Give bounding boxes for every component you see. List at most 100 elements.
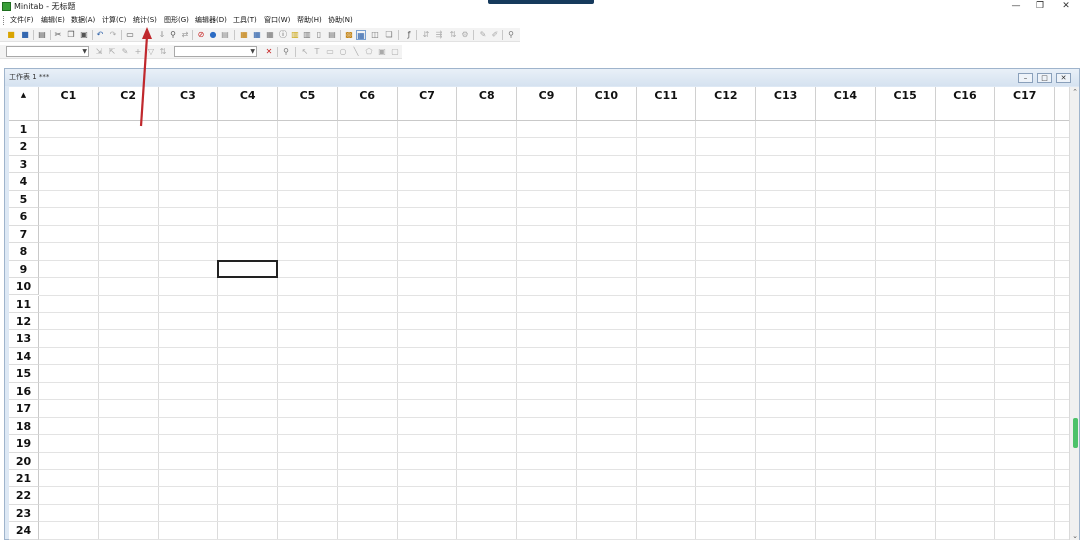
column-header[interactable]: C16: [935, 87, 996, 121]
brush-icon[interactable]: ✎: [478, 30, 488, 40]
next-icon[interactable]: ⇓: [157, 30, 167, 40]
polygon-icon[interactable]: ⬠: [364, 47, 374, 57]
cancel-icon[interactable]: ⊘: [196, 30, 206, 40]
column-header[interactable]: C14: [816, 87, 876, 121]
menu-file[interactable]: 文件(F): [10, 15, 34, 26]
pen-icon[interactable]: ✐: [490, 30, 500, 40]
replace-icon[interactable]: ⇄: [180, 30, 190, 40]
filter-icon[interactable]: ▽: [146, 47, 156, 57]
worksheet-grid[interactable]: ▲ C1 C2 C3 C4 C5 C6 C7 C8 C9 C10 C11 C12 C13 C14 C15 C1…: [9, 87, 1069, 540]
column-header[interactable]: C6: [337, 87, 398, 121]
help-icon[interactable]: ●: [208, 30, 218, 40]
worksheet-close-button[interactable]: ✕: [1056, 73, 1071, 83]
row-header[interactable]: 5: [9, 190, 39, 209]
column-header[interactable]: C5: [278, 87, 338, 121]
cut-icon[interactable]: ✂: [53, 30, 63, 40]
row-header[interactable]: 6: [9, 208, 39, 226]
row-header[interactable]: 20: [9, 452, 39, 470]
move-icon[interactable]: ⇅: [448, 30, 458, 40]
row-header[interactable]: 13: [9, 330, 39, 348]
column-header[interactable]: C9: [517, 87, 577, 121]
row-header[interactable]: 19: [9, 435, 39, 453]
menu-editor[interactable]: 编辑器(D): [195, 15, 227, 26]
format-icon[interactable]: ⚙: [460, 30, 470, 40]
menu-calc[interactable]: 计算(C): [102, 15, 126, 26]
row-header[interactable]: 22: [9, 487, 39, 505]
column-header[interactable]: C17: [995, 87, 1056, 121]
row-header[interactable]: 10: [9, 278, 39, 296]
row-header[interactable]: 4: [9, 173, 39, 191]
row-header[interactable]: 11: [9, 295, 39, 313]
row-header[interactable]: 9: [9, 260, 39, 279]
cascade-icon[interactable]: ❏: [384, 30, 394, 40]
column-header[interactable]: C1: [39, 87, 99, 121]
menu-edit[interactable]: 编辑(E): [41, 15, 65, 26]
tile-icon[interactable]: ▦: [356, 30, 366, 40]
column-header[interactable]: C10: [576, 87, 637, 121]
column-header[interactable]: C2: [98, 87, 159, 121]
restore-button[interactable]: ❐: [1028, 0, 1052, 12]
menu-window[interactable]: 窗口(W): [264, 15, 290, 26]
worksheet-minimize-button[interactable]: –: [1018, 73, 1033, 83]
row-header[interactable]: 3: [9, 155, 39, 174]
brush-tool-icon[interactable]: ⇱: [107, 47, 117, 57]
row-header[interactable]: 21: [9, 470, 39, 488]
menu-icon[interactable]: ▤: [220, 30, 230, 40]
history-icon[interactable]: ▥: [290, 30, 300, 40]
column-header[interactable]: C4: [218, 87, 279, 121]
info-icon[interactable]: ⓘ: [278, 30, 288, 40]
select-all-corner[interactable]: ▲: [9, 87, 39, 121]
size-combo[interactable]: ▼: [174, 46, 257, 57]
menu-stat[interactable]: 统计(S): [133, 15, 157, 26]
worksheet-icon[interactable]: ▦: [265, 30, 275, 40]
column-header[interactable]: C8: [457, 87, 518, 121]
save-icon[interactable]: ■: [20, 30, 30, 40]
row-header[interactable]: 1: [9, 121, 39, 139]
menu-help[interactable]: 帮助(H): [297, 15, 322, 26]
pencil-icon[interactable]: ✎: [120, 47, 130, 57]
row-header[interactable]: 7: [9, 225, 39, 244]
close-button[interactable]: ✕: [1054, 0, 1078, 12]
row-header[interactable]: 24: [9, 522, 39, 540]
insert-col-icon[interactable]: ⇶: [434, 30, 444, 40]
pointer-icon[interactable]: ↖: [300, 47, 310, 57]
column-header[interactable]: C3: [158, 87, 219, 121]
find-icon[interactable]: ⚲: [168, 30, 178, 40]
window-icon[interactable]: ▭: [125, 30, 135, 40]
select-icon[interactable]: ⇲: [94, 47, 104, 57]
insert-row-icon[interactable]: ⇵: [421, 30, 431, 40]
active-cell[interactable]: [217, 259, 279, 279]
ellipse-icon[interactable]: ○: [338, 47, 348, 57]
menu-data[interactable]: 数据(A): [71, 15, 95, 26]
row-header[interactable]: 18: [9, 417, 39, 436]
scroll-down-icon[interactable]: ⌄: [1070, 531, 1080, 540]
worksheet-restore-button[interactable]: □: [1037, 73, 1052, 83]
row-header[interactable]: 23: [9, 504, 39, 523]
vertical-scrollbar[interactable]: ⌃ ⌄: [1069, 87, 1079, 540]
row-header[interactable]: 12: [9, 312, 39, 331]
crosshair-icon[interactable]: +: [133, 47, 143, 57]
rectangle-icon[interactable]: ▭: [325, 47, 335, 57]
graph-window-icon[interactable]: ▩: [344, 30, 354, 40]
menu-assist[interactable]: 协助(N): [328, 15, 353, 26]
redo-icon[interactable]: ↷: [108, 30, 118, 40]
scroll-up-icon[interactable]: ⌃: [1070, 87, 1080, 97]
split-icon[interactable]: ◫: [370, 30, 380, 40]
row-header[interactable]: 16: [9, 382, 39, 401]
row-header[interactable]: 14: [9, 347, 39, 366]
paste-icon[interactable]: ▣: [79, 30, 89, 40]
text-tool-icon[interactable]: T: [312, 47, 322, 57]
sort-icon[interactable]: ⇅: [158, 47, 168, 57]
print-icon[interactable]: ▤: [37, 30, 47, 40]
menu-tools[interactable]: 工具(T): [233, 15, 257, 26]
function-icon[interactable]: ƒ: [404, 30, 414, 40]
column-header[interactable]: C15: [875, 87, 936, 121]
column-header[interactable]: C1: [1055, 87, 1069, 121]
row-header[interactable]: 15: [9, 365, 39, 383]
font-combo[interactable]: ▼: [6, 46, 89, 57]
copy-icon[interactable]: ❐: [66, 30, 76, 40]
graph-folder-icon[interactable]: ▥: [302, 30, 312, 40]
column-header[interactable]: C11: [636, 87, 697, 121]
bring-front-icon[interactable]: ▣: [377, 47, 387, 57]
manager-icon[interactable]: ▤: [327, 30, 337, 40]
